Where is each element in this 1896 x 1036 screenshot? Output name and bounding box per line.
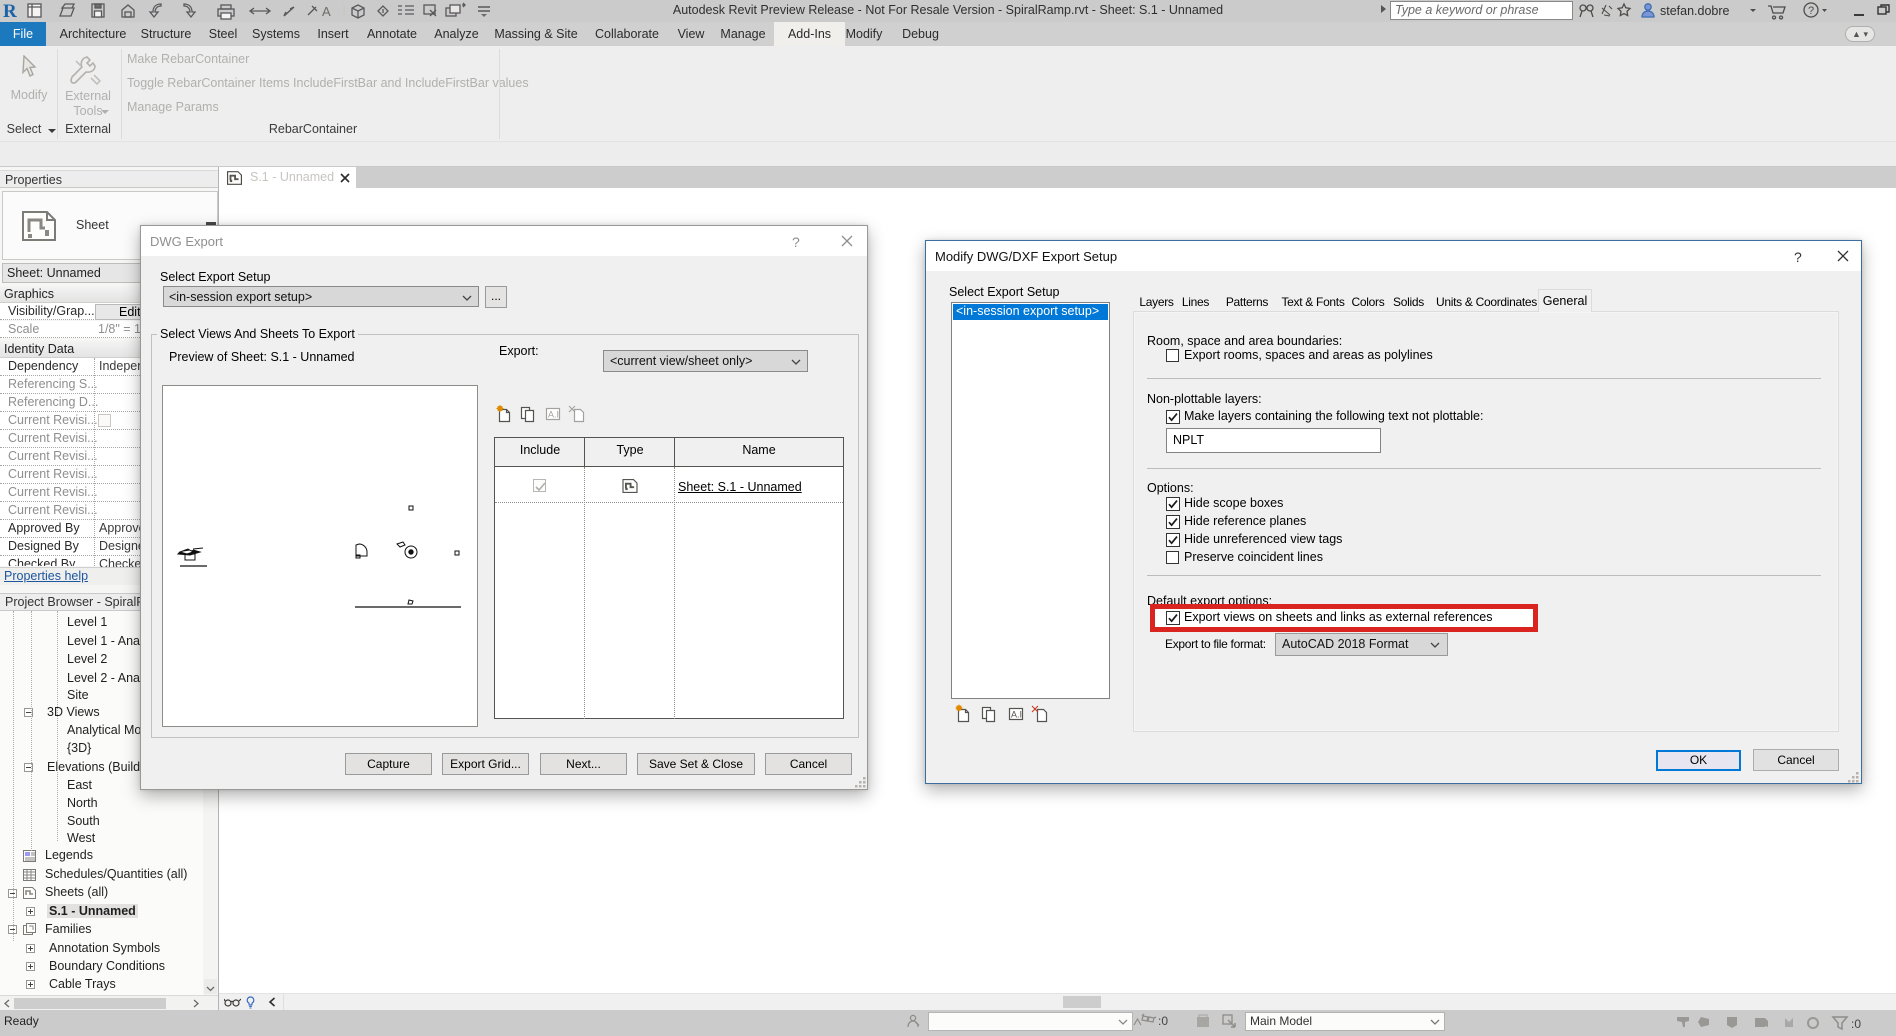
svg-text:A.I: A.I [548, 410, 559, 420]
svg-text:?: ? [1808, 5, 1814, 17]
svg-text:stefan.dobre: stefan.dobre [1660, 4, 1730, 18]
svg-text::0: :0 [1851, 1017, 1861, 1031]
svg-text:A.I: A.I [1011, 710, 1022, 720]
